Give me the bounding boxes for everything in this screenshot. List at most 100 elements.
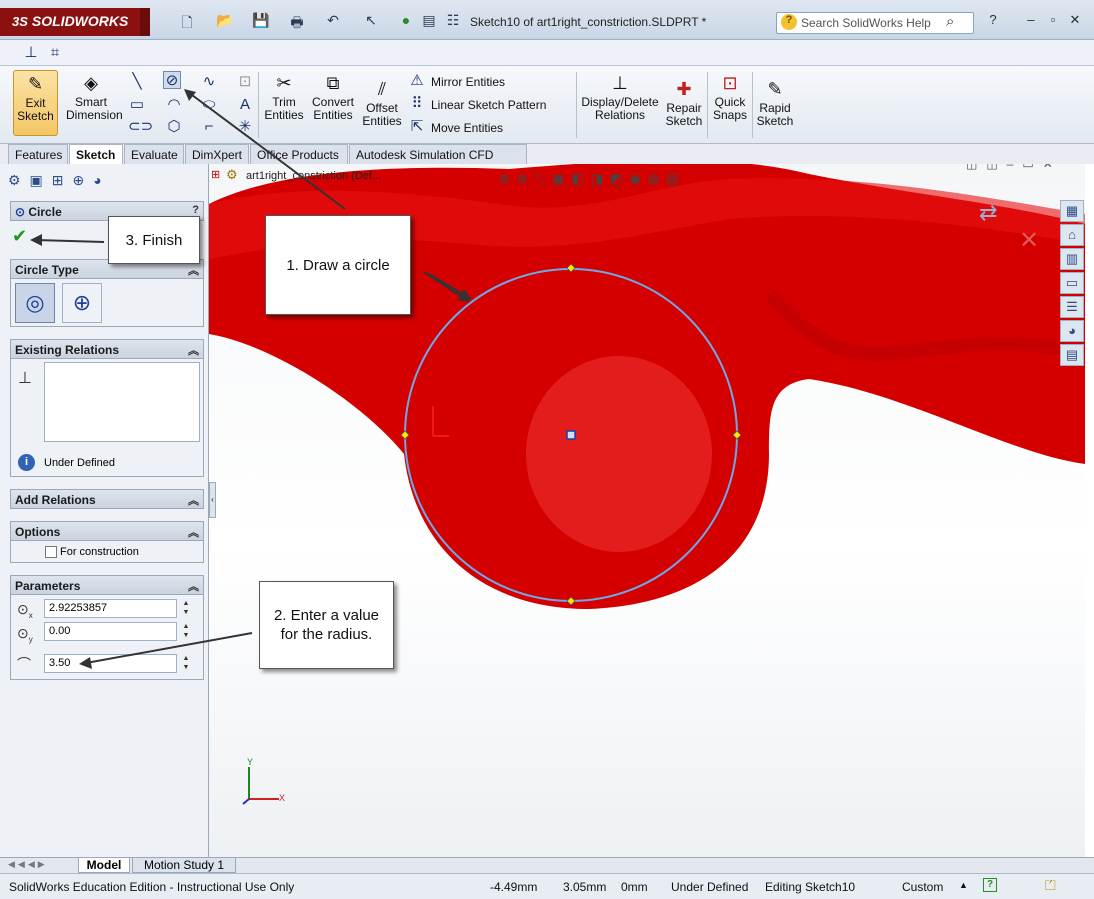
perimeter-circle-icon[interactable]: ⊕ bbox=[62, 283, 102, 323]
quick-snaps-button[interactable]: ⊡ Quick Snaps bbox=[710, 70, 750, 122]
center-y-field[interactable]: 0.00 bbox=[44, 622, 177, 641]
add-relations-header[interactable]: Add Relations ︽ bbox=[10, 489, 204, 509]
collapse-icon[interactable]: ︽ bbox=[188, 262, 199, 278]
offset-entities-button[interactable]: ⫽ Offset Entities bbox=[360, 76, 404, 128]
print-icon[interactable]: 🖶 bbox=[286, 12, 308, 32]
circle-tool-icon[interactable]: ⊘ bbox=[163, 71, 181, 89]
center-y-spinner[interactable]: ▲ ▼ bbox=[180, 622, 192, 641]
tab-model[interactable]: Model bbox=[78, 857, 130, 873]
text-sketch-icon[interactable]: A bbox=[236, 96, 254, 114]
rapid-sketch-label: Rapid Sketch bbox=[756, 101, 794, 128]
fillet-icon[interactable]: ⌐ bbox=[200, 118, 218, 136]
collapse-icon[interactable]: ︽ bbox=[188, 524, 199, 540]
quick-tips-icon[interactable]: ? bbox=[983, 878, 997, 892]
tab-scroll-arrows[interactable]: ◀◀◀▶ bbox=[8, 859, 48, 870]
polygon-icon[interactable]: ⬡ bbox=[165, 118, 183, 136]
rectangle-icon[interactable]: ▭ bbox=[128, 96, 146, 114]
exit-sketch-button[interactable]: ✎ Exit Sketch bbox=[13, 70, 58, 136]
save-icon[interactable]: 💾 bbox=[250, 12, 272, 32]
tree-part-name[interactable]: art1right_constriction (Def... bbox=[246, 170, 381, 182]
circle-center-point[interactable] bbox=[566, 430, 576, 440]
solidworks-logo[interactable]: 3S SOLIDWORKS bbox=[0, 8, 140, 36]
tab-sketch[interactable]: Sketch bbox=[69, 144, 123, 164]
sketch-plane-icon[interactable]: ⊥ bbox=[22, 44, 40, 62]
view-palette-icon[interactable]: ☰ bbox=[1060, 296, 1084, 318]
options-header[interactable]: Options ︽ bbox=[10, 521, 204, 541]
radius-field[interactable]: 3.50 bbox=[44, 654, 177, 673]
units-selector[interactable]: Custom bbox=[902, 880, 943, 894]
file-properties-icon[interactable]: ▤ bbox=[418, 12, 440, 32]
select-pointer-icon[interactable]: ↖ bbox=[360, 12, 382, 32]
repair-sketch-button[interactable]: ✚ Repair Sketch bbox=[663, 76, 705, 128]
confirm-corner-icon[interactable]: ⇄ bbox=[979, 200, 997, 226]
definition-state: Under Defined bbox=[671, 880, 749, 894]
tab-office-products[interactable]: Office Products bbox=[250, 144, 348, 164]
arc-icon[interactable]: ◠ bbox=[165, 96, 183, 114]
relations-list[interactable] bbox=[44, 362, 200, 442]
move-entities-button[interactable]: Move Entities bbox=[431, 121, 503, 135]
rebuild-traffic-light-icon[interactable]: ● bbox=[395, 12, 417, 32]
appearances-icon[interactable]: ◕ bbox=[1060, 320, 1084, 342]
3d-sketch-icon[interactable]: ⌗ bbox=[46, 44, 64, 62]
collapse-icon[interactable]: ︽ bbox=[188, 578, 199, 594]
spline-icon[interactable]: ∿ bbox=[200, 73, 218, 91]
viewport-controls[interactable]: ◫◫–▭✕ bbox=[966, 164, 1062, 171]
point-icon[interactable]: ✳ bbox=[236, 118, 254, 136]
menu-expand-arrow[interactable] bbox=[140, 8, 150, 36]
collapse-icon[interactable]: ︽ bbox=[188, 342, 199, 358]
convert-entities-button[interactable]: ⧉ Convert Entities bbox=[310, 70, 356, 122]
ok-check-icon[interactable]: ✔ bbox=[12, 226, 27, 247]
units-dropdown-icon[interactable]: ▲ bbox=[959, 880, 968, 890]
rapid-sketch-button[interactable]: ✎ Rapid Sketch bbox=[755, 76, 795, 128]
center-x-field[interactable]: 2.92253857 bbox=[44, 599, 177, 618]
panel-splitter[interactable]: ‹ bbox=[209, 482, 216, 518]
expand-icon[interactable]: ︽ bbox=[188, 492, 199, 508]
linear-sketch-pattern-button[interactable]: Linear Sketch Pattern bbox=[431, 98, 546, 112]
cancel-corner-icon[interactable]: ✕ bbox=[1019, 226, 1039, 255]
line-icon[interactable]: ╲ bbox=[128, 73, 146, 91]
open-folder-icon[interactable]: 📂 bbox=[214, 12, 236, 32]
new-document-icon[interactable]: 🗋 bbox=[176, 12, 198, 32]
tab-features[interactable]: Features bbox=[8, 144, 68, 164]
design-library-icon[interactable]: ▥ bbox=[1060, 248, 1084, 270]
parameters-header[interactable]: Parameters ︽ bbox=[10, 575, 204, 595]
tag-icon[interactable]: ⏍ bbox=[1045, 877, 1056, 894]
search-icon[interactable]: ⌕ bbox=[946, 13, 954, 30]
search-input[interactable]: Search SolidWorks Help bbox=[776, 12, 974, 34]
resources-icon[interactable]: ▦ bbox=[1060, 200, 1084, 222]
relations-icon: ⊥ bbox=[612, 73, 628, 93]
heads-up-view-toolbar[interactable]: ⊕⊕⤡▣◧◨◩◉◍▤ bbox=[499, 171, 685, 187]
maximize-button[interactable]: ▫ bbox=[1044, 12, 1062, 30]
slot-icon[interactable]: ⊂⊃ bbox=[128, 118, 153, 136]
home-icon[interactable]: ⌂ bbox=[1060, 224, 1084, 246]
center-circle-icon[interactable]: ◎ bbox=[15, 283, 55, 323]
options-icon[interactable]: ☷ bbox=[442, 12, 464, 32]
smart-dimension-button[interactable]: ◈ Smart Dimension bbox=[66, 70, 123, 122]
close-button[interactable]: ✕ bbox=[1066, 12, 1084, 30]
trim-entities-button[interactable]: ✂ Trim Entities bbox=[262, 70, 306, 122]
status-bar: SolidWorks Education Edition - Instructi… bbox=[0, 873, 1094, 899]
ellipse-icon[interactable]: ⬭ bbox=[200, 96, 218, 114]
help-icon[interactable]: ? bbox=[192, 204, 199, 216]
callout-finish: 3. Finish bbox=[108, 216, 200, 264]
existing-relations-header[interactable]: Existing Relations ︽ bbox=[10, 339, 204, 359]
info-icon: i bbox=[18, 454, 35, 471]
mirror-entities-button[interactable]: Mirror Entities bbox=[431, 75, 505, 89]
custom-properties-icon[interactable]: ▤ bbox=[1060, 344, 1084, 366]
undo-icon[interactable]: ↶ bbox=[322, 12, 344, 32]
for-construction-checkbox[interactable] bbox=[45, 546, 57, 558]
file-explorer-icon[interactable]: ▭ bbox=[1060, 272, 1084, 294]
tab-evaluate[interactable]: Evaluate bbox=[124, 144, 184, 164]
tab-dimxpert[interactable]: DimXpert bbox=[185, 144, 249, 164]
help-icon[interactable]: ? bbox=[984, 12, 1002, 30]
tab-autodesk-simulation[interactable]: Autodesk Simulation CFD 2015 bbox=[349, 144, 527, 176]
tab-motion-study[interactable]: Motion Study 1 bbox=[132, 857, 236, 873]
center-x-spinner[interactable]: ▲ ▼ bbox=[180, 599, 192, 618]
minimize-button[interactable]: – bbox=[1022, 12, 1040, 30]
separator bbox=[258, 72, 259, 138]
display-delete-relations-button[interactable]: ⊥ Display/Delete Relations bbox=[580, 70, 660, 122]
construction-geometry-icon[interactable]: ⊡ bbox=[236, 73, 254, 91]
tree-expand-icon[interactable]: ⊞ bbox=[211, 168, 220, 181]
manager-tabs[interactable]: ⚙▣⊞⊕◕ bbox=[8, 172, 148, 194]
radius-spinner[interactable]: ▲ ▼ bbox=[180, 654, 192, 673]
